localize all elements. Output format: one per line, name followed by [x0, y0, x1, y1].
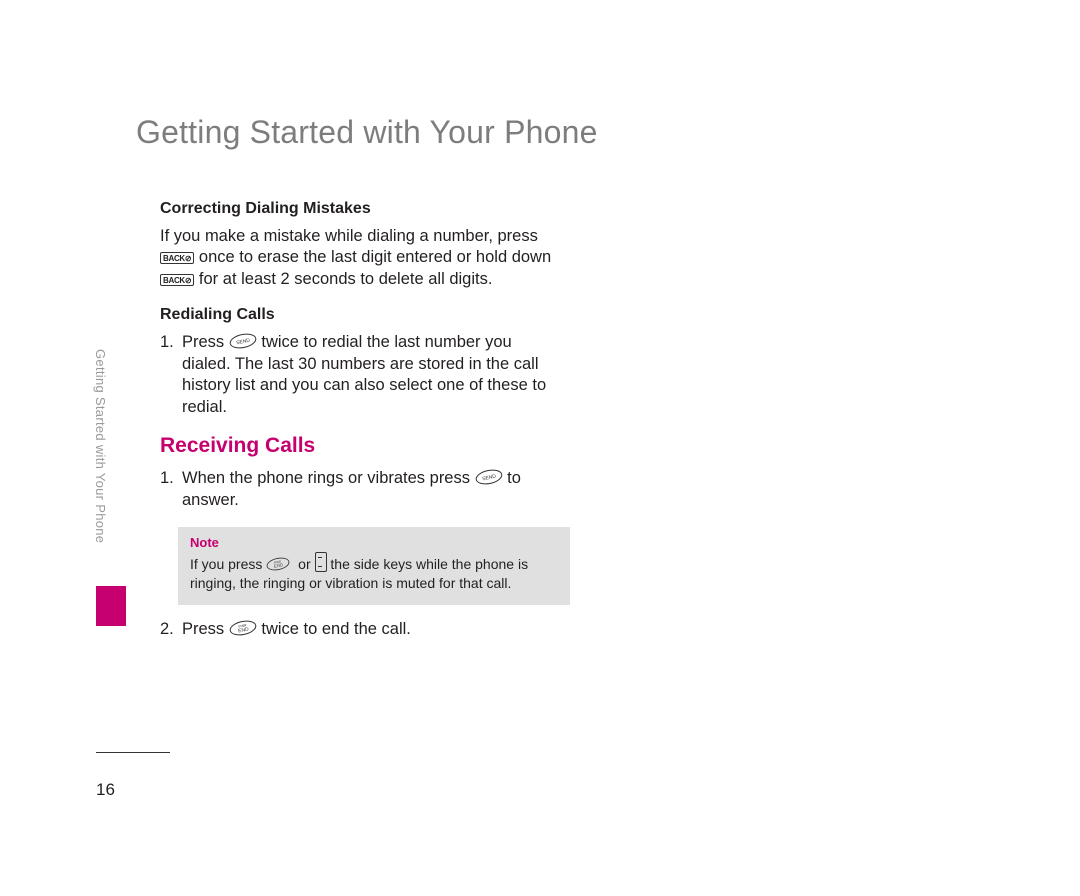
text: for at least 2 seconds to delete all dig… [199, 270, 493, 288]
list-body: When the phone rings or vibrates press S… [182, 468, 552, 511]
note-box: Note If you press PWREND or the side key… [178, 527, 570, 605]
svg-text:END: END [274, 562, 284, 569]
list-number: 2. [160, 619, 182, 640]
side-tab-marker [96, 586, 126, 626]
side-key-icon [315, 552, 327, 572]
text: When the phone rings or vibrates press [182, 469, 475, 487]
text: or [298, 556, 314, 572]
list-item: 1. When the phone rings or vibrates pres… [160, 468, 552, 511]
note-text: If you press PWREND or the side keys whi… [190, 552, 558, 593]
page-content: Correcting Dialing Mistakes If you make … [160, 200, 552, 656]
svg-text:SEND: SEND [236, 338, 251, 347]
heading-correcting: Correcting Dialing Mistakes [160, 200, 552, 218]
paragraph-correcting: If you make a mistake while dialing a nu… [160, 226, 552, 290]
list-item: 2. Press PWREND twice to end the call. [160, 619, 552, 640]
heading-redialing: Redialing Calls [160, 306, 552, 324]
page-number: 16 [96, 780, 115, 800]
text: If you press [190, 556, 266, 572]
send-key-icon: SEND [475, 469, 503, 485]
chapter-title: Getting Started with Your Phone [136, 114, 598, 151]
list-receiving: 1. When the phone rings or vibrates pres… [160, 468, 552, 511]
list-body: Press PWREND twice to end the call. [182, 619, 552, 640]
list-item: 1. Press SEND twice to redial the last n… [160, 332, 552, 418]
page-rule [96, 752, 170, 753]
end-key-icon: PWREND [229, 620, 257, 636]
end-key-icon: PWREND [266, 557, 294, 573]
text: twice to end the call. [261, 620, 411, 638]
list-number: 1. [160, 468, 182, 511]
text: Press [182, 333, 229, 351]
send-key-icon: SEND [229, 333, 257, 349]
list-redialing: 1. Press SEND twice to redial the last n… [160, 332, 552, 418]
back-key-icon: BACK⊘ [160, 274, 194, 286]
back-key-icon: BACK⊘ [160, 252, 194, 264]
heading-receiving: Receiving Calls [160, 434, 552, 458]
manual-page: Getting Started with Your Phone Getting … [0, 0, 1080, 896]
svg-text:SEND: SEND [481, 474, 496, 483]
list-receiving-2: 2. Press PWREND twice to end the call. [160, 619, 552, 640]
text: once to erase the last digit entered or … [199, 248, 551, 266]
list-number: 1. [160, 332, 182, 418]
text: Press [182, 620, 229, 638]
side-tab-label: Getting Started with Your Phone [93, 349, 108, 579]
list-body: Press SEND twice to redial the last numb… [182, 332, 552, 418]
note-title: Note [190, 535, 558, 550]
text: If you make a mistake while dialing a nu… [160, 227, 538, 245]
